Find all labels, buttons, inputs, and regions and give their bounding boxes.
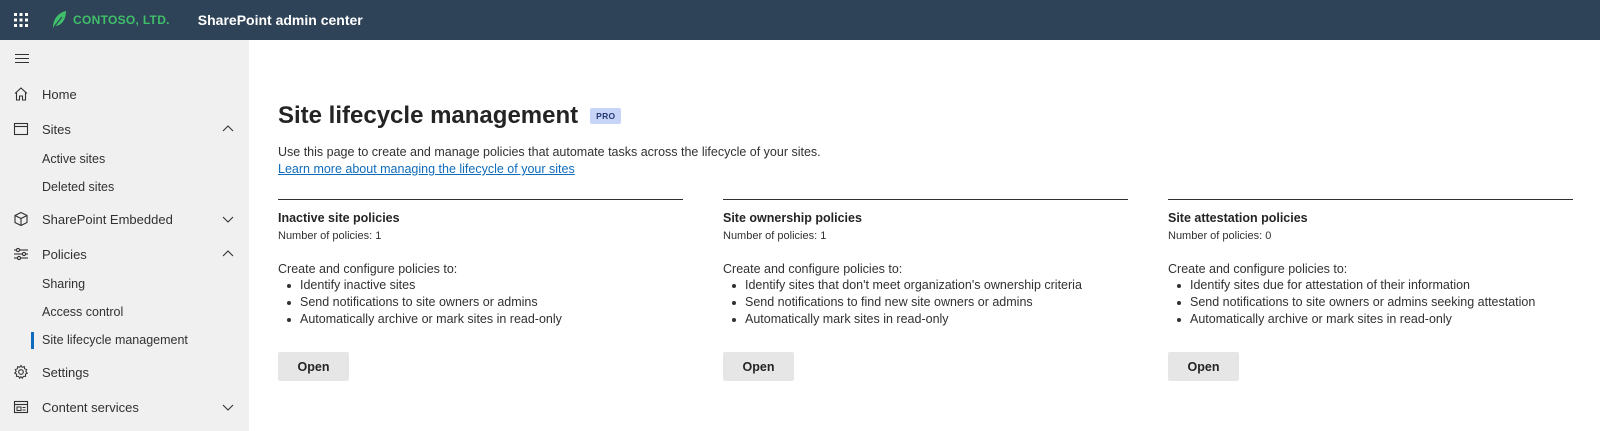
- list-item: Send notifications to site owners or adm…: [278, 294, 562, 311]
- content-services-icon: [13, 400, 29, 414]
- chevron-up-icon[interactable]: [222, 124, 234, 134]
- list-item: Send notifications to find new site owne…: [723, 294, 1082, 311]
- bullet-icon: [1177, 301, 1181, 305]
- bullet-icon: [1177, 284, 1181, 288]
- bullet-icon: [287, 284, 291, 288]
- page-description: Use this page to create and manage polic…: [278, 145, 821, 159]
- page-title: Site lifecycle management: [278, 102, 579, 129]
- open-site-attestation-policies-button[interactable]: Open: [1168, 352, 1239, 381]
- list-item: Automatically archive or mark sites in r…: [1168, 311, 1535, 328]
- list-item: Automatically archive or mark sites in r…: [278, 311, 562, 328]
- list-item-text: Send notifications to site owners or adm…: [300, 295, 538, 309]
- nav-sharing[interactable]: Sharing: [0, 271, 249, 297]
- list-item-text: Send notifications to find new site owne…: [745, 295, 1033, 309]
- bullet-icon: [732, 301, 736, 305]
- gear-icon: [13, 364, 29, 380]
- nav-access-control[interactable]: Access control: [0, 299, 249, 325]
- bullet-icon: [1177, 318, 1181, 322]
- nav-sites-label: Sites: [42, 121, 71, 137]
- list-item-text: Automatically mark sites in read-only: [745, 312, 949, 326]
- nav-sharepoint-embedded[interactable]: SharePoint Embedded: [0, 203, 249, 235]
- nav-site-lifecycle-management[interactable]: Site lifecycle management: [0, 327, 249, 353]
- list-item: Send notifications to site owners or adm…: [1168, 294, 1535, 311]
- nav-settings-label: Settings: [42, 364, 89, 380]
- list-item-text: Automatically archive or mark sites in r…: [300, 312, 562, 326]
- bullet-icon: [287, 301, 291, 305]
- home-icon: [14, 87, 28, 101]
- nav-content-services[interactable]: Content services: [0, 391, 249, 423]
- chevron-up-icon[interactable]: [222, 249, 234, 259]
- nav-home-label: Home: [42, 86, 77, 102]
- app-title[interactable]: SharePoint admin center: [198, 12, 363, 28]
- nav-sites[interactable]: Sites: [0, 113, 249, 145]
- cube-icon: [14, 211, 28, 227]
- bullet-icon: [287, 318, 291, 322]
- company-logo[interactable]: CONTOSO, LTD.: [50, 0, 170, 40]
- card-intro: Create and configure policies to:: [1168, 262, 1348, 276]
- nav-site-lifecycle-management-label: Site lifecycle management: [42, 333, 188, 347]
- nav-sharing-label: Sharing: [42, 277, 86, 291]
- site-ownership-policies-card: Site ownership policies Number of polici…: [723, 199, 1128, 429]
- nav-deleted-sites-label: Deleted sites: [42, 180, 115, 194]
- list-item-text: Identify inactive sites: [300, 278, 416, 292]
- list-item: Identify sites due for attestation of th…: [1168, 277, 1535, 294]
- list-item-text: Automatically archive or mark sites in r…: [1190, 312, 1452, 326]
- list-item-text: Identify sites due for attestation of th…: [1190, 278, 1471, 292]
- card-title: Site attestation policies: [1168, 211, 1308, 225]
- nav-access-control-label: Access control: [42, 305, 124, 319]
- policy-count: Number of policies: 0: [1168, 230, 1272, 242]
- inactive-site-policies-card: Inactive site policies Number of policie…: [278, 199, 683, 429]
- bullet-icon: [732, 318, 736, 322]
- bullet-icon: [732, 284, 736, 288]
- list-item-text: Send notifications to site owners or adm…: [1190, 295, 1536, 309]
- card-intro: Create and configure policies to:: [278, 262, 458, 276]
- card-title: Site ownership policies: [723, 211, 862, 225]
- nav-policies-label: Policies: [42, 246, 87, 262]
- learn-more-link[interactable]: Learn more about managing the lifecycle …: [278, 162, 575, 176]
- nav-active-sites-label: Active sites: [42, 152, 106, 166]
- open-inactive-site-policies-button[interactable]: Open: [278, 352, 349, 381]
- page-header: Site lifecycle management PRO: [278, 102, 622, 130]
- card-title: Inactive site policies: [278, 211, 400, 225]
- list-item: Identify inactive sites: [278, 277, 562, 294]
- list-item: Automatically mark sites in read-only: [723, 311, 1082, 328]
- site-attestation-policies-card: Site attestation policies Number of poli…: [1168, 199, 1573, 429]
- card-intro: Create and configure policies to:: [723, 262, 903, 276]
- top-bar: CONTOSO, LTD. SharePoint admin center: [0, 0, 1600, 40]
- main-content: Site lifecycle management PRO Use this p…: [249, 40, 1600, 431]
- hamburger-menu-icon[interactable]: [14, 51, 30, 67]
- policy-count: Number of policies: 1: [278, 230, 382, 242]
- waffle-icon[interactable]: [0, 0, 42, 40]
- nav-active-sites[interactable]: Active sites: [0, 146, 249, 172]
- nav-content-services-label: Content services: [42, 399, 139, 415]
- nav-home[interactable]: Home: [0, 78, 249, 110]
- leaf-icon: [53, 11, 66, 28]
- card-bullet-list: Identify inactive sites Send notificatio…: [278, 277, 562, 328]
- card-bullet-list: Identify sites due for attestation of th…: [1168, 277, 1535, 328]
- card-bullet-list: Identify sites that don't meet organizat…: [723, 277, 1082, 328]
- chevron-down-icon[interactable]: [222, 402, 234, 412]
- nav-sharepoint-embedded-label: SharePoint Embedded: [42, 211, 173, 227]
- policy-count: Number of policies: 1: [723, 230, 827, 242]
- logo-text: CONTOSO, LTD.: [73, 13, 170, 27]
- nav-deleted-sites[interactable]: Deleted sites: [0, 174, 249, 200]
- nav-settings[interactable]: Settings: [0, 356, 249, 388]
- list-item: Identify sites that don't meet organizat…: [723, 277, 1082, 294]
- open-site-ownership-policies-button[interactable]: Open: [723, 352, 794, 381]
- chevron-down-icon[interactable]: [222, 214, 234, 224]
- pro-badge: PRO: [590, 108, 622, 124]
- sites-icon: [13, 122, 29, 136]
- left-nav: Home Sites Active sites Deleted sites Sh…: [0, 40, 249, 431]
- nav-policies[interactable]: Policies: [0, 238, 249, 270]
- active-indicator: [31, 332, 34, 349]
- list-item-text: Identify sites that don't meet organizat…: [745, 278, 1082, 292]
- sliders-icon: [14, 247, 28, 261]
